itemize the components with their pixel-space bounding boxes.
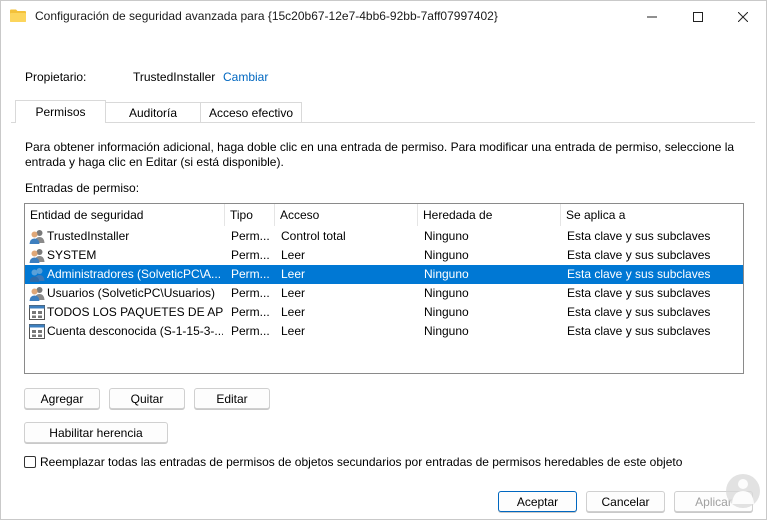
- type-cell: Perm...: [231, 267, 270, 281]
- remove-button[interactable]: Quitar: [109, 388, 185, 409]
- table-row-selected[interactable]: Administradores (SolveticPC\A... Perm...…: [25, 265, 743, 284]
- close-button[interactable]: [720, 1, 766, 32]
- applies-cell: Esta clave y sus subclaves: [567, 286, 711, 300]
- table-row[interactable]: TODOS LOS PAQUETES DE APLI... Perm... Le…: [25, 303, 743, 322]
- applies-cell: Esta clave y sus subclaves: [567, 229, 711, 243]
- column-header-access[interactable]: Acceso: [275, 204, 418, 226]
- owner-value: TrustedInstaller: [133, 70, 216, 84]
- change-owner-link[interactable]: Cambiar: [223, 70, 268, 84]
- access-cell: Leer: [281, 305, 306, 319]
- entity-cell: Cuenta desconocida (S-1-15-3-...: [47, 324, 223, 338]
- entries-label: Entradas de permiso:: [25, 181, 140, 195]
- access-cell: Leer: [281, 286, 306, 300]
- access-cell: Leer: [281, 248, 306, 262]
- replace-child-permissions-label[interactable]: Reemplazar todas las entradas de permiso…: [40, 455, 682, 469]
- users-icon: [29, 230, 45, 244]
- entity-cell: Administradores (SolveticPC\A...: [47, 267, 222, 281]
- users-icon: [29, 268, 45, 282]
- entity-cell: TODOS LOS PAQUETES DE APLI...: [47, 305, 223, 319]
- table-row[interactable]: SYSTEM Perm... Leer Ninguno Esta clave y…: [25, 246, 743, 265]
- table-row[interactable]: Cuenta desconocida (S-1-15-3-... Perm...…: [25, 322, 743, 341]
- entity-cell: Usuarios (SolveticPC\Usuarios): [47, 286, 216, 300]
- column-header-entity[interactable]: Entidad de seguridad: [25, 204, 225, 226]
- tabs-divider: [11, 122, 755, 123]
- maximize-button[interactable]: [675, 1, 721, 32]
- tab-label: Permisos: [35, 105, 86, 119]
- edit-button[interactable]: Editar: [194, 388, 270, 409]
- applies-cell: Esta clave y sus subclaves: [567, 324, 711, 338]
- column-header-applies[interactable]: Se aplica a: [561, 204, 743, 226]
- enable-inheritance-button[interactable]: Habilitar herencia: [24, 422, 168, 443]
- users-icon: [29, 249, 45, 263]
- inherited-cell: Ninguno: [424, 248, 469, 262]
- column-header-type[interactable]: Tipo: [225, 204, 275, 226]
- maximize-icon: [693, 11, 703, 22]
- title-bar[interactable]: Configuración de seguridad avanzada para…: [1, 1, 766, 32]
- applies-cell: Esta clave y sus subclaves: [567, 305, 711, 319]
- inherited-cell: Ninguno: [424, 229, 469, 243]
- app-package-icon: [29, 305, 45, 320]
- users-icon: [29, 287, 45, 301]
- inherited-cell: Ninguno: [424, 286, 469, 300]
- replace-child-permissions-checkbox[interactable]: [24, 456, 36, 468]
- minimize-icon: [647, 16, 657, 17]
- type-cell: Perm...: [231, 286, 270, 300]
- add-button[interactable]: Agregar: [24, 388, 100, 409]
- table-row[interactable]: TrustedInstaller Perm... Control total N…: [25, 227, 743, 246]
- entity-cell: TrustedInstaller: [47, 229, 130, 243]
- access-cell: Leer: [281, 267, 306, 281]
- owner-label: Propietario:: [25, 70, 87, 84]
- close-icon: [738, 11, 748, 22]
- tab-effective-access[interactable]: Acceso efectivo: [200, 102, 302, 122]
- tab-label: Auditoría: [128, 105, 178, 120]
- list-header: Entidad de seguridad Tipo Acceso Heredad…: [25, 204, 743, 226]
- permission-entries-list[interactable]: Entidad de seguridad Tipo Acceso Heredad…: [24, 203, 744, 374]
- tab-auditing[interactable]: Auditoría: [105, 102, 201, 122]
- type-cell: Perm...: [231, 229, 270, 243]
- inherited-cell: Ninguno: [424, 324, 469, 338]
- type-cell: Perm...: [231, 324, 270, 338]
- entity-cell: SYSTEM: [47, 248, 97, 262]
- inherited-cell: Ninguno: [424, 305, 469, 319]
- access-cell: Leer: [281, 324, 306, 338]
- folder-icon: [10, 9, 26, 22]
- info-text: Para obtener información adicional, haga…: [25, 140, 735, 169]
- window-title: Configuración de seguridad avanzada para…: [35, 9, 498, 23]
- cancel-button[interactable]: Cancelar: [586, 491, 665, 512]
- applies-cell: Esta clave y sus subclaves: [567, 267, 711, 281]
- app-package-icon: [29, 324, 45, 339]
- tab-permissions[interactable]: Permisos: [15, 100, 106, 123]
- type-cell: Perm...: [231, 305, 270, 319]
- access-cell: Control total: [281, 229, 346, 243]
- ok-button[interactable]: Aceptar: [498, 491, 577, 512]
- advanced-security-window: Configuración de seguridad avanzada para…: [0, 0, 767, 520]
- table-row[interactable]: Usuarios (SolveticPC\Usuarios) Perm... L…: [25, 284, 743, 303]
- watermark-logo-icon: [726, 474, 760, 508]
- inherited-cell: Ninguno: [424, 267, 469, 281]
- column-header-inherited[interactable]: Heredada de: [418, 204, 561, 226]
- minimize-button[interactable]: [629, 1, 675, 32]
- applies-cell: Esta clave y sus subclaves: [567, 248, 711, 262]
- tab-label: Acceso efectivo: [208, 105, 294, 120]
- type-cell: Perm...: [231, 248, 270, 262]
